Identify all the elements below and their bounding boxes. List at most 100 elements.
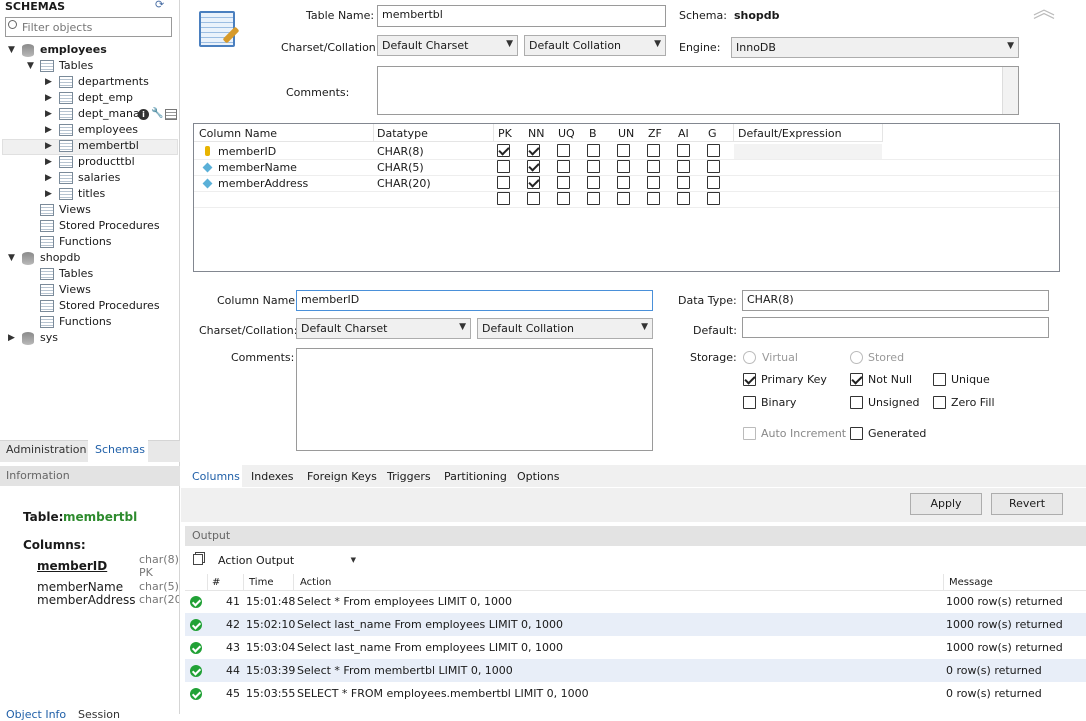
auto-increment-checkbox[interactable] xyxy=(743,427,756,440)
column-name-input[interactable]: memberID xyxy=(296,290,653,311)
binary-checkbox[interactable] xyxy=(743,396,756,409)
expand-arrow-icon[interactable]: ▼ xyxy=(8,45,15,55)
grid-zf-checkbox[interactable] xyxy=(647,176,660,189)
grid-pk-checkbox[interactable] xyxy=(497,192,510,205)
expand-arrow-icon[interactable]: ▼ xyxy=(8,253,15,263)
unique-checkbox[interactable] xyxy=(933,373,946,386)
scrollbar[interactable] xyxy=(1002,67,1018,114)
stored-procedures-folder[interactable]: Stored Procedures xyxy=(59,299,160,315)
grid-b-checkbox[interactable] xyxy=(587,192,600,205)
grid-ai-checkbox[interactable] xyxy=(677,160,690,173)
grid-nn-checkbox[interactable] xyxy=(527,176,540,189)
output-col-message[interactable]: Message xyxy=(949,577,993,588)
grid-un-checkbox[interactable] xyxy=(617,192,630,205)
expand-arrow-icon[interactable]: ▶ xyxy=(45,157,52,167)
tab-partitioning[interactable]: Partitioning xyxy=(444,470,507,483)
tab-columns[interactable]: Columns xyxy=(192,470,240,483)
grid-un-checkbox[interactable] xyxy=(617,144,630,157)
table-dept-emp[interactable]: dept_emp xyxy=(78,91,133,107)
column-charset-select[interactable]: Default Charset ▼ xyxy=(296,318,471,339)
tab-foreign-keys[interactable]: Foreign Keys xyxy=(307,470,377,483)
grid-pk-checkbox[interactable] xyxy=(497,160,510,173)
tables-folder[interactable]: Tables xyxy=(59,267,93,283)
table-grid-icon[interactable] xyxy=(165,109,177,120)
grid-column-name[interactable]: memberAddress xyxy=(218,177,308,190)
revert-button[interactable]: Revert xyxy=(991,493,1063,515)
stored-procedures-folder[interactable]: Stored Procedures xyxy=(59,219,160,235)
data-type-input[interactable]: CHAR(8) xyxy=(742,290,1049,311)
filter-objects-input[interactable] xyxy=(5,17,172,37)
header-datatype[interactable]: Datatype xyxy=(377,127,428,140)
schema-shopdb[interactable]: shopdb xyxy=(40,251,80,267)
virtual-radio[interactable] xyxy=(743,351,756,364)
output-col-action[interactable]: Action xyxy=(300,577,331,588)
grid-uq-checkbox[interactable] xyxy=(557,176,570,189)
tab-indexes[interactable]: Indexes xyxy=(251,470,293,483)
action-output-select[interactable]: Action Output ▼ xyxy=(213,550,361,571)
header-ai[interactable]: AI xyxy=(678,127,689,140)
unsigned-checkbox[interactable] xyxy=(850,396,863,409)
grid-g-checkbox[interactable] xyxy=(707,192,720,205)
table-departments[interactable]: departments xyxy=(78,75,149,91)
expand-arrow-icon[interactable]: ▶ xyxy=(45,189,52,199)
tables-folder[interactable]: Tables xyxy=(59,59,93,75)
expand-arrow-icon[interactable]: ▶ xyxy=(45,93,52,103)
expand-arrow-icon[interactable]: ▶ xyxy=(45,125,52,135)
grid-ai-checkbox[interactable] xyxy=(677,176,690,189)
expand-arrow-icon[interactable]: ▶ xyxy=(45,173,52,183)
grid-uq-checkbox[interactable] xyxy=(557,144,570,157)
grid-zf-checkbox[interactable] xyxy=(647,160,660,173)
table-producttbl[interactable]: producttbl xyxy=(78,155,135,171)
output-col-num[interactable]: # xyxy=(212,577,220,588)
output-row[interactable]: 41 15:01:48 Select * From employees LIMI… xyxy=(185,590,1086,613)
header-g[interactable]: G xyxy=(708,127,717,140)
grid-column-name[interactable]: memberID xyxy=(218,145,276,158)
table-salaries[interactable]: salaries xyxy=(78,171,120,187)
grid-zf-checkbox[interactable] xyxy=(647,144,660,157)
header-un[interactable]: UN xyxy=(618,127,634,140)
grid-zf-checkbox[interactable] xyxy=(647,192,660,205)
grid-column-type[interactable]: CHAR(20) xyxy=(377,177,431,190)
grid-nn-checkbox[interactable] xyxy=(527,144,540,157)
info-icon[interactable]: i xyxy=(138,109,149,120)
table-employees[interactable]: employees xyxy=(78,123,138,139)
grid-column-type[interactable]: CHAR(8) xyxy=(377,145,424,158)
views-folder[interactable]: Views xyxy=(59,203,91,219)
expand-arrow-icon[interactable]: ▶ xyxy=(8,333,15,343)
copy-icon[interactable] xyxy=(193,554,203,565)
header-pk[interactable]: PK xyxy=(498,127,512,140)
grid-uq-checkbox[interactable] xyxy=(557,192,570,205)
expand-arrow-icon[interactable]: ▶ xyxy=(45,141,52,151)
grid-un-checkbox[interactable] xyxy=(617,160,630,173)
functions-folder[interactable]: Functions xyxy=(59,235,112,251)
grid-nn-checkbox[interactable] xyxy=(527,160,540,173)
primary-key-checkbox[interactable] xyxy=(743,373,756,386)
tab-options[interactable]: Options xyxy=(517,470,559,483)
grid-g-checkbox[interactable] xyxy=(707,176,720,189)
table-membertbl[interactable]: membertbl xyxy=(78,139,139,155)
views-folder[interactable]: Views xyxy=(59,283,91,299)
stored-radio[interactable] xyxy=(850,351,863,364)
grid-column-type[interactable]: CHAR(5) xyxy=(377,161,424,174)
header-b[interactable]: B xyxy=(589,127,597,140)
column-collation-select[interactable]: Default Collation ▼ xyxy=(477,318,653,339)
grid-column-name[interactable]: memberName xyxy=(218,161,297,174)
output-row[interactable]: 44 15:03:39 Select * From membertbl LIMI… xyxy=(185,659,1086,682)
expand-arrow-icon[interactable]: ▶ xyxy=(45,77,52,87)
tab-triggers[interactable]: Triggers xyxy=(387,470,431,483)
expand-arrow-icon[interactable]: ▶ xyxy=(45,109,52,119)
tab-object-info[interactable]: Object Info xyxy=(6,708,66,721)
grid-g-checkbox[interactable] xyxy=(707,144,720,157)
charset-select[interactable]: Default Charset ▼ xyxy=(377,35,518,56)
collation-select[interactable]: Default Collation ▼ xyxy=(524,35,666,56)
grid-pk-checkbox[interactable] xyxy=(497,144,510,157)
grid-b-checkbox[interactable] xyxy=(587,144,600,157)
schema-employees[interactable]: employees xyxy=(40,43,107,59)
tab-administration[interactable]: Administration xyxy=(6,443,87,456)
engine-select[interactable]: InnoDB ▼ xyxy=(731,37,1019,58)
grid-nn-checkbox[interactable] xyxy=(527,192,540,205)
functions-folder[interactable]: Functions xyxy=(59,315,112,331)
grid-un-checkbox[interactable] xyxy=(617,176,630,189)
header-nn[interactable]: NN xyxy=(528,127,544,140)
grid-g-checkbox[interactable] xyxy=(707,160,720,173)
